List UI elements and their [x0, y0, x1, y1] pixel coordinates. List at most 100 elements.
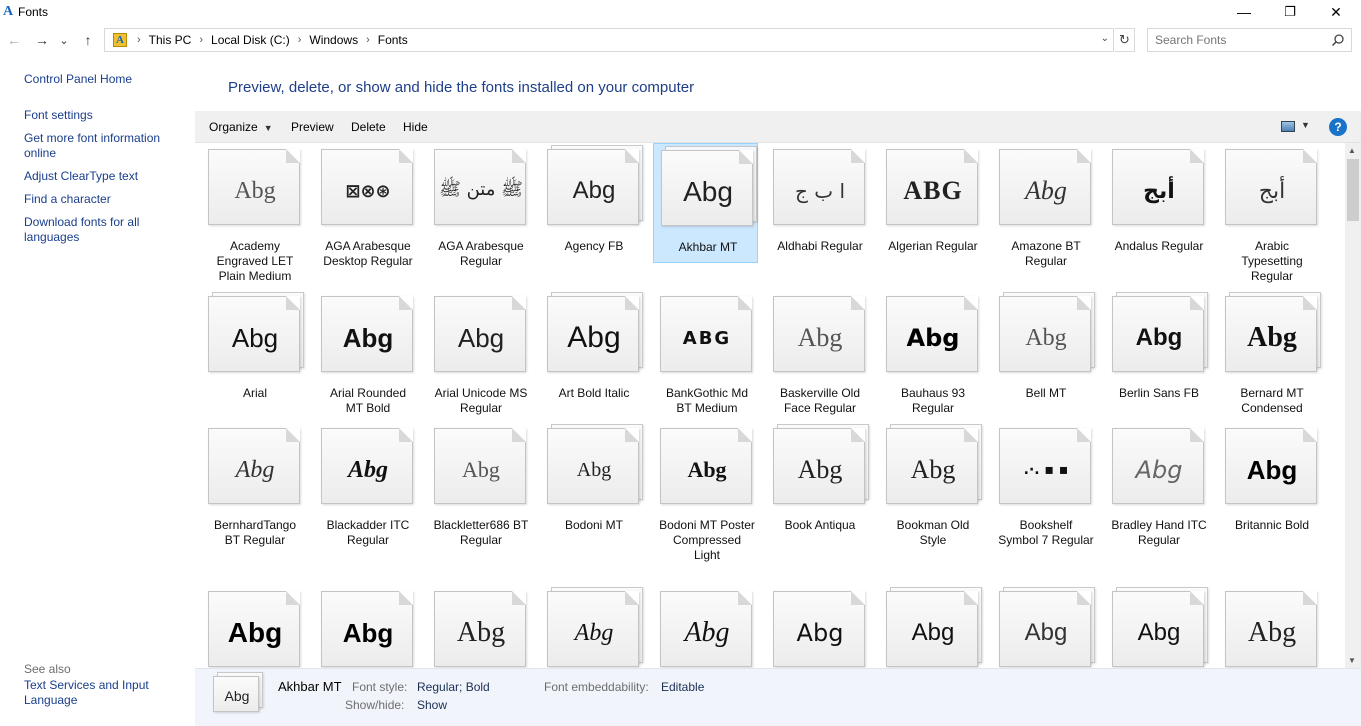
organize-button[interactable]: Organize ▼: [209, 120, 273, 134]
page-corner-icon: [512, 296, 526, 310]
control-panel-home-link[interactable]: Control Panel Home: [24, 72, 184, 87]
page-icon: Abg: [999, 296, 1091, 372]
font-tile[interactable]: ﷺ متن ﷺ AGA Arabesque Regular: [427, 143, 532, 283]
font-tile[interactable]: Abg Amazone BT Regular: [992, 143, 1097, 283]
page-icon: Abg: [886, 428, 978, 504]
font-tile[interactable]: Abg: [766, 585, 871, 668]
breadcrumb-fonts[interactable]: Fonts: [378, 33, 408, 47]
search-box[interactable]: [1147, 28, 1352, 52]
address-bar[interactable]: A › This PC › Local Disk (C:) › Windows …: [104, 28, 1114, 52]
search-icon[interactable]: [1331, 33, 1345, 47]
font-thumbnail: Abg: [208, 591, 302, 668]
page-icon: أبج: [1225, 149, 1317, 225]
font-tile[interactable]: ا ب ج Aldhabi Regular: [766, 143, 871, 283]
vertical-scrollbar[interactable]: ▲ ▼: [1345, 143, 1361, 668]
delete-button[interactable]: Delete: [351, 120, 386, 134]
breadcrumb-local-disk[interactable]: Local Disk (C:): [211, 33, 290, 47]
close-button[interactable]: ✕: [1313, 0, 1359, 24]
font-tile[interactable]: Abg: [427, 585, 532, 668]
breadcrumb-separator[interactable]: ›: [298, 34, 302, 46]
font-tile[interactable]: ABG Algerian Regular: [879, 143, 984, 283]
preview-button[interactable]: Preview: [291, 120, 334, 134]
font-settings-link[interactable]: Font settings: [24, 108, 184, 123]
page-icon: Abg: [773, 296, 865, 372]
font-tile[interactable]: Abg Bauhaus 93 Regular: [879, 290, 984, 430]
view-options-dropdown-icon[interactable]: ▼: [1301, 120, 1310, 130]
help-icon[interactable]: ?: [1329, 118, 1347, 136]
font-tile[interactable]: Abg Bradley Hand ITC Regular: [1105, 422, 1210, 562]
breadcrumb-separator[interactable]: ›: [366, 34, 370, 46]
font-tile[interactable]: Abg Bell MT: [992, 290, 1097, 430]
font-thumbnail: Abg: [321, 428, 415, 506]
text-services-link[interactable]: Text Services and Input Language: [24, 678, 159, 708]
search-input[interactable]: [1155, 32, 1325, 48]
font-tile[interactable]: Abg Bookman Old Style: [879, 422, 984, 562]
scroll-thumb[interactable]: [1347, 159, 1359, 221]
breadcrumb-separator[interactable]: ›: [199, 34, 203, 46]
hide-button[interactable]: Hide: [403, 120, 428, 134]
scroll-down-arrow-icon[interactable]: ▼: [1348, 656, 1356, 665]
find-character-link[interactable]: Find a character: [24, 192, 184, 207]
font-tile[interactable]: Abg Britannic Bold: [1218, 422, 1323, 562]
font-embeddability-value: Editable: [661, 680, 705, 694]
font-tile[interactable]: Abg Blackletter686 BT Regular: [427, 422, 532, 562]
font-tile[interactable]: Abg: [314, 585, 419, 668]
font-tile[interactable]: أبج Arabic Typesetting Regular: [1218, 143, 1323, 283]
breadcrumb-windows[interactable]: Windows: [309, 33, 358, 47]
cleartype-link[interactable]: Adjust ClearType text: [24, 169, 184, 184]
font-tile[interactable]: Abg Book Antiqua: [766, 422, 871, 562]
download-fonts-link[interactable]: Download fonts for all languages: [24, 215, 154, 245]
font-tile[interactable]: Abg Arial Unicode MS Regular: [427, 290, 532, 430]
font-thumbnail: أبج: [1112, 149, 1206, 227]
recent-locations-dropdown[interactable]: ⌄: [57, 31, 71, 49]
font-tile[interactable]: Abg: [992, 585, 1097, 668]
font-tile[interactable]: Abg Arial: [201, 290, 306, 430]
font-tile[interactable]: Abg: [540, 585, 645, 668]
font-tile[interactable]: ⊠⊗⊛ AGA Arabesque Desktop Regular: [314, 143, 419, 283]
back-button[interactable]: ←: [4, 31, 24, 49]
page-icon: Abg: [773, 591, 865, 667]
page-icon: Abg: [660, 591, 752, 667]
breadcrumb-separator[interactable]: ›: [137, 34, 141, 46]
page-icon: Abg: [547, 428, 639, 504]
font-tile[interactable]: Abg: [653, 585, 758, 668]
font-name-label: Berlin Sans FB: [1118, 386, 1200, 400]
font-tile[interactable]: Abg: [201, 585, 306, 668]
page-corner-icon: [286, 149, 300, 163]
scroll-up-arrow-icon[interactable]: ▲: [1348, 146, 1356, 155]
font-tile[interactable]: ABG BankGothic Md BT Medium: [653, 290, 758, 430]
font-thumbnail: ا ب ج: [773, 149, 867, 227]
address-dropdown-icon[interactable]: ⌄: [1101, 33, 1109, 44]
maximize-button[interactable]: ❐: [1267, 0, 1313, 24]
font-tile[interactable]: Abg Bodoni MT: [540, 422, 645, 562]
font-tile[interactable]: Abg Blackadder ITC Regular: [314, 422, 419, 562]
font-tile[interactable]: Abg BernhardTango BT Regular: [201, 422, 306, 562]
font-tile[interactable]: Abg Academy Engraved LET Plain Medium: [201, 143, 306, 283]
page-corner-icon: [964, 591, 978, 605]
font-tile[interactable]: Abg Arial Rounded MT Bold: [314, 290, 419, 430]
font-thumbnail: Abg: [773, 591, 867, 668]
font-tile[interactable]: Abg Akhbar MT: [653, 143, 758, 263]
font-name-label: Baskerville Old Face Regular: [779, 386, 861, 415]
font-thumbnail: Abg: [886, 587, 982, 668]
title-bar: A Fonts — ❐ ✕: [0, 0, 1361, 24]
breadcrumb-this-pc[interactable]: This PC: [149, 33, 192, 47]
font-tile[interactable]: Abg Bodoni MT Poster Compressed Light: [653, 422, 758, 562]
refresh-button[interactable]: ↻: [1115, 28, 1135, 52]
font-tile[interactable]: Abg: [1218, 585, 1323, 668]
font-tile[interactable]: Abg: [879, 585, 984, 668]
change-view-icon[interactable]: [1281, 121, 1295, 132]
font-name-label: Arabic Typesetting Regular: [1241, 239, 1303, 283]
minimize-button[interactable]: —: [1221, 0, 1267, 24]
font-tile[interactable]: أبج Andalus Regular: [1105, 143, 1210, 283]
font-tile[interactable]: Abg Art Bold Italic: [540, 290, 645, 430]
forward-button[interactable]: →: [32, 31, 52, 49]
font-tile[interactable]: Abg: [1105, 585, 1210, 668]
up-button[interactable]: ↑: [78, 31, 98, 49]
more-font-info-link[interactable]: Get more font information online: [24, 131, 169, 161]
font-tile[interactable]: Abg Berlin Sans FB: [1105, 290, 1210, 430]
font-tile[interactable]: Abg Agency FB: [540, 143, 645, 283]
font-tile[interactable]: Abg Bernard MT Condensed: [1218, 290, 1323, 430]
font-tile[interactable]: Abg Baskerville Old Face Regular: [766, 290, 871, 430]
font-tile[interactable]: .·. ▪ ▪ Bookshelf Symbol 7 Regular: [992, 422, 1097, 562]
